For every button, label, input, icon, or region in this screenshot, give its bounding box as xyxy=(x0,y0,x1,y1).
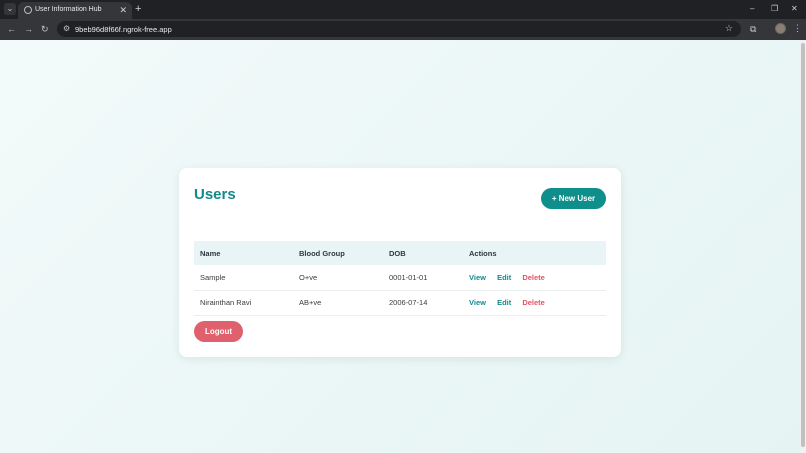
site-info-icon[interactable]: ⚙ xyxy=(63,24,70,34)
url-text[interactable]: 9beb96d8f66f.ngrok-free.app xyxy=(75,25,172,34)
page-scrollbar[interactable] xyxy=(800,40,806,453)
menu-kebab-icon[interactable]: ⋮ xyxy=(793,22,802,34)
users-card: Users + New User Name Blood Group DOB Ac… xyxy=(179,168,621,357)
minimize-icon[interactable]: – xyxy=(750,3,754,15)
header-dob: DOB xyxy=(389,248,406,258)
cell-actions: View Edit Delete xyxy=(463,265,606,291)
browser-toolbar: ← → ↻ ⚙ 9beb96d8f66f.ngrok-free.app ☆ ⧉ … xyxy=(0,19,806,40)
cell-actions: View Edit Delete xyxy=(463,290,606,316)
cell-name: Sample xyxy=(194,265,293,291)
edit-link[interactable]: Edit xyxy=(497,273,511,282)
cell-blood-group: O+ve xyxy=(293,265,383,291)
window-close-icon[interactable]: ✕ xyxy=(791,3,798,15)
header-name: Name xyxy=(200,248,221,258)
forward-icon[interactable]: → xyxy=(24,23,33,35)
cell-blood-group: AB+ve xyxy=(293,290,383,316)
edit-link[interactable]: Edit xyxy=(497,298,511,307)
page-title: Users xyxy=(194,186,236,203)
back-icon[interactable]: ← xyxy=(7,23,16,35)
cell-name: Nirainthan Ravi xyxy=(194,290,293,316)
globe-icon xyxy=(24,6,32,14)
extensions-icon[interactable]: ⧉ xyxy=(750,23,756,35)
delete-link[interactable]: Delete xyxy=(522,273,545,282)
scrollbar-thumb[interactable] xyxy=(801,43,805,447)
bookmark-star-icon[interactable]: ☆ xyxy=(725,23,733,34)
users-table: Name Blood Group DOB Actions Sample O+ve… xyxy=(194,241,606,316)
header-blood-group: Blood Group xyxy=(299,248,345,258)
cell-dob: 2006-07-14 xyxy=(383,290,463,316)
avatar[interactable] xyxy=(775,23,786,34)
delete-link[interactable]: Delete xyxy=(522,298,545,307)
new-user-button[interactable]: + New User xyxy=(541,188,606,209)
restore-icon[interactable]: ❐ xyxy=(771,3,778,15)
new-tab-icon[interactable]: + xyxy=(135,2,141,16)
view-link[interactable]: View xyxy=(469,298,486,307)
table-header-row: Name Blood Group DOB Actions xyxy=(194,241,606,265)
page-background: Users + New User Name Blood Group DOB Ac… xyxy=(0,40,800,453)
view-link[interactable]: View xyxy=(469,273,486,282)
browser-tab[interactable]: User Information Hub ✕ xyxy=(18,2,132,19)
tab-close-icon[interactable]: ✕ xyxy=(119,5,127,15)
browser-tab-bar: ⌄ User Information Hub ✕ + – ❐ ✕ xyxy=(0,0,806,19)
address-bar[interactable]: ⚙ 9beb96d8f66f.ngrok-free.app ☆ xyxy=(57,21,741,37)
tab-search-chevron-icon[interactable]: ⌄ xyxy=(4,3,16,15)
cell-dob: 0001-01-01 xyxy=(383,265,463,291)
table-row: Nirainthan Ravi AB+ve 2006-07-14 View Ed… xyxy=(194,290,606,316)
logout-button[interactable]: Logout xyxy=(194,321,243,342)
header-actions: Actions xyxy=(469,248,497,258)
tab-title: User Information Hub xyxy=(35,6,102,13)
reload-icon[interactable]: ↻ xyxy=(41,23,49,35)
table-row: Sample O+ve 0001-01-01 View Edit Delete xyxy=(194,265,606,291)
